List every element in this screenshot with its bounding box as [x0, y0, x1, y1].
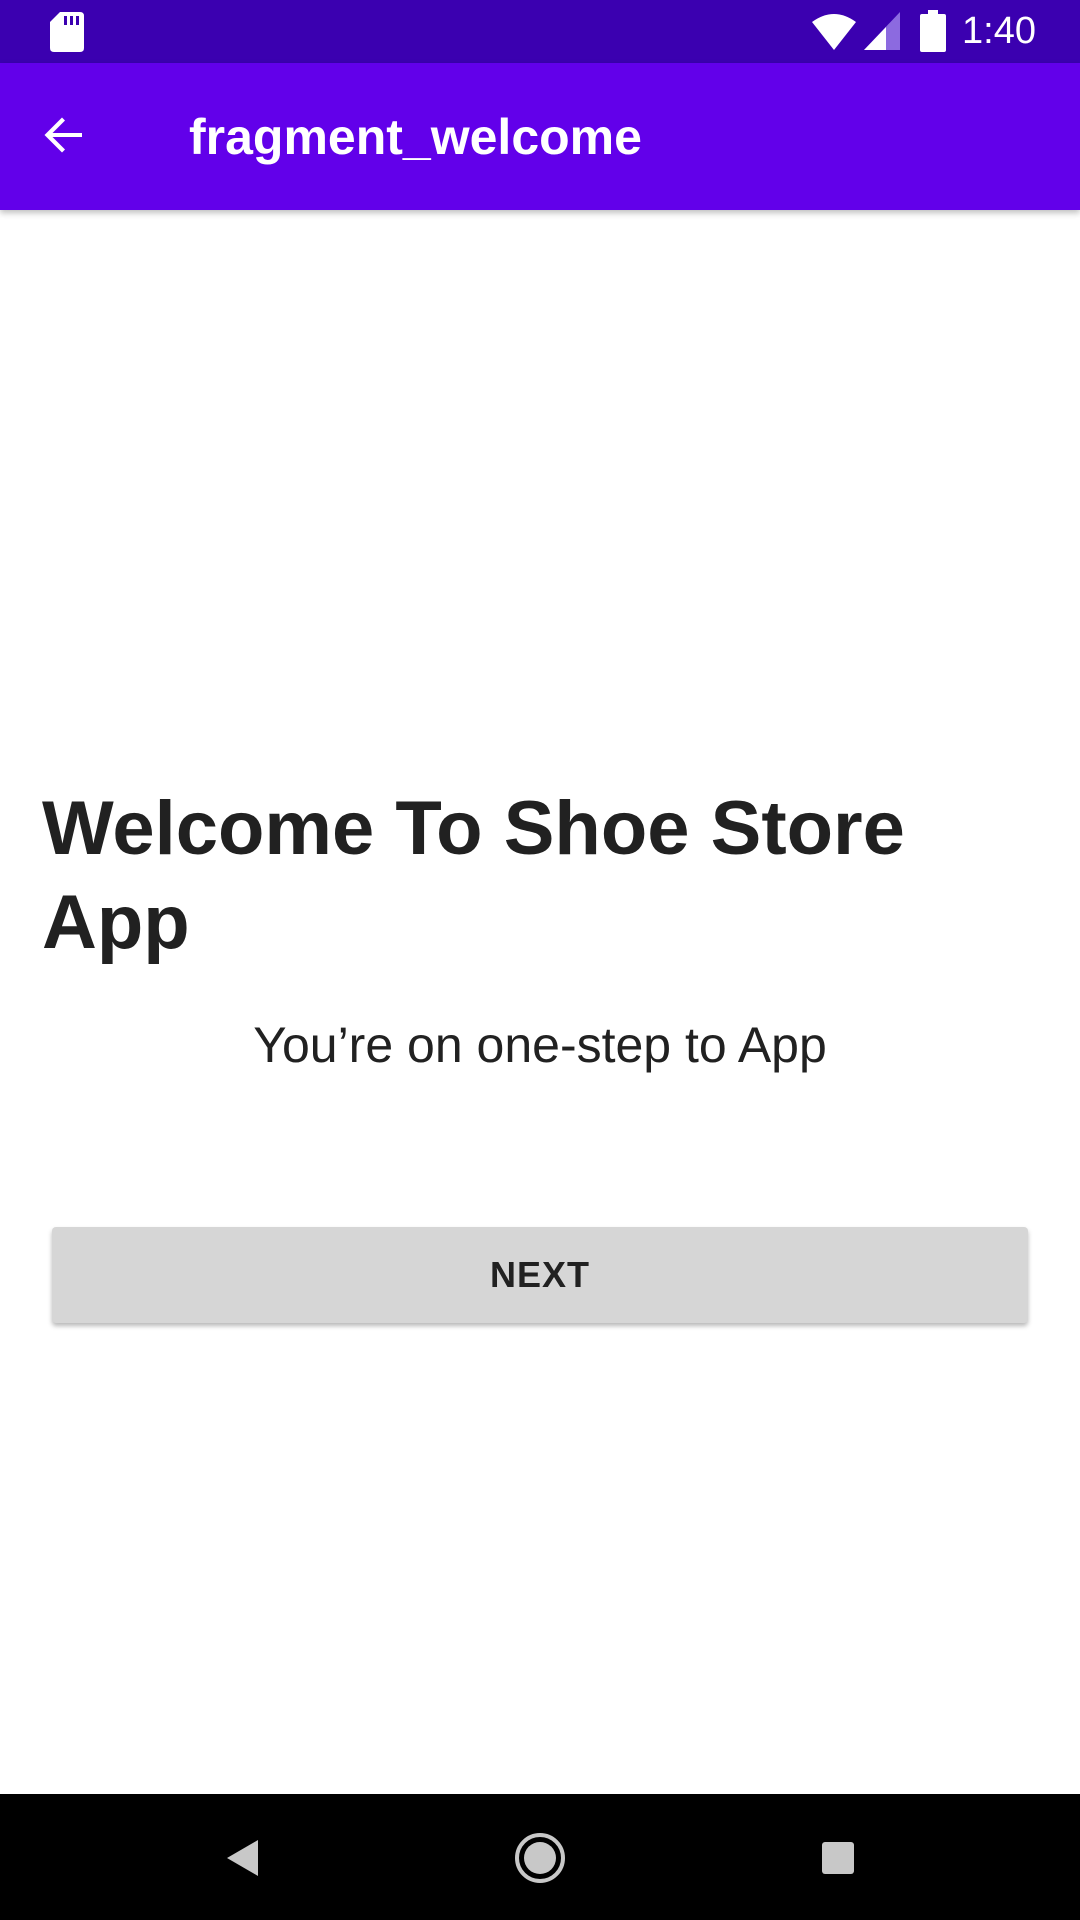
back-triangle-icon	[227, 1840, 258, 1876]
app-bar-title: fragment_welcome	[189, 109, 642, 165]
welcome-screen: Welcome To Shoe Store App You’re on one-…	[0, 210, 1080, 1794]
app-bar: fragment_welcome	[0, 63, 1080, 210]
nav-home-button[interactable]	[510, 1828, 570, 1888]
status-clock: 1:40	[962, 10, 1036, 52]
arrow-back-icon	[44, 117, 82, 153]
home-circle-icon	[515, 1833, 565, 1883]
wifi-icon	[812, 14, 856, 50]
next-button[interactable]: NEXT	[52, 1227, 1028, 1323]
navigation-bar	[0, 1794, 1080, 1920]
status-bar: 1:40	[0, 0, 1080, 63]
cell-signal-icon	[864, 12, 900, 50]
nav-back-button[interactable]	[212, 1828, 272, 1888]
welcome-subtitle: You’re on one-step to App	[253, 1017, 827, 1073]
battery-icon	[920, 10, 946, 52]
welcome-headline: Welcome To Shoe Store App	[42, 786, 905, 965]
sd-card-icon	[50, 12, 84, 52]
nav-recents-button[interactable]	[808, 1828, 868, 1888]
back-button[interactable]	[32, 103, 96, 167]
recents-square-icon	[822, 1842, 854, 1874]
